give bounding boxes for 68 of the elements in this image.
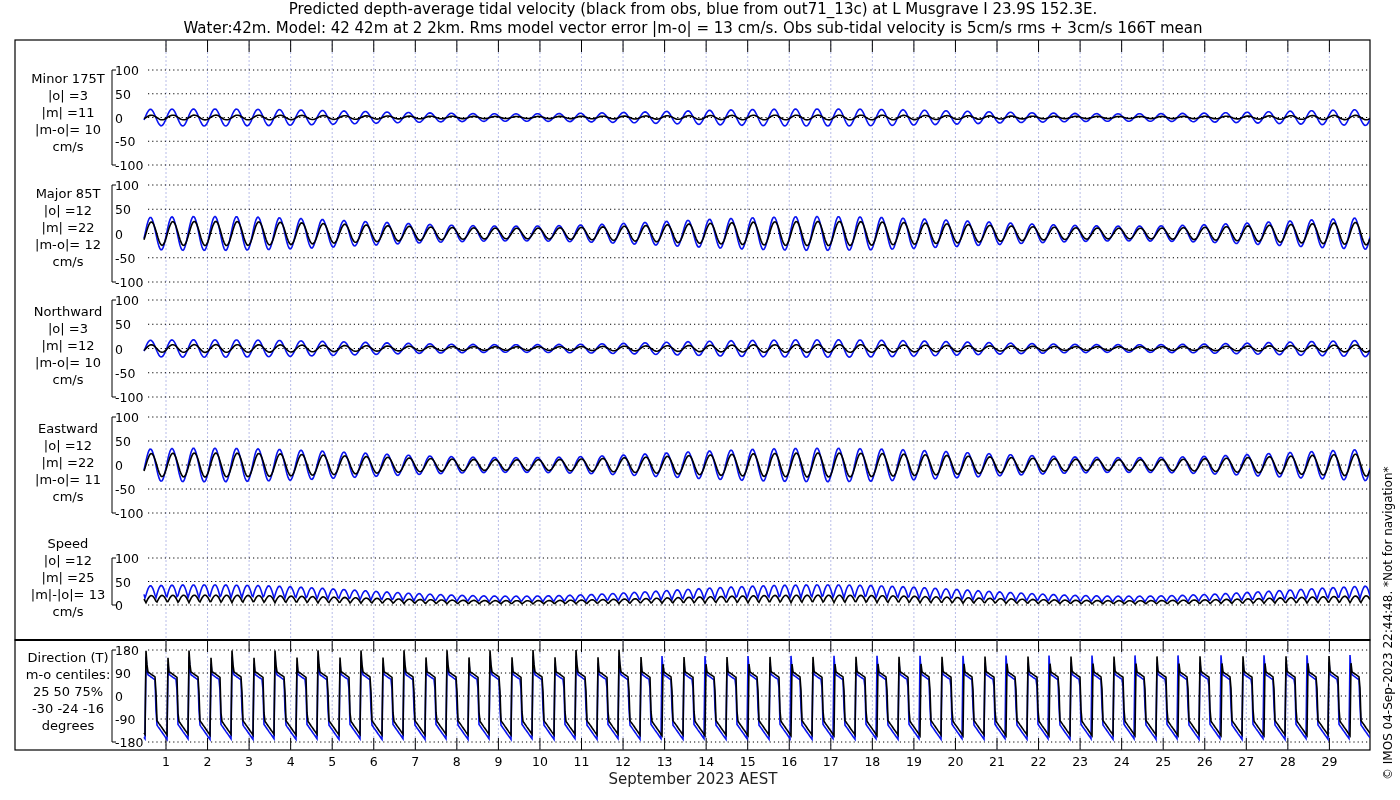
y-tick-label: -180: [115, 735, 144, 750]
day-tick-label: 20: [947, 754, 964, 769]
y-tick-label: 0: [115, 226, 123, 242]
chart-title: Water:42m. Model: 42 42m at 2 2km. Rms model vector error |m-o| = 13 cm/s. Obs sub-tidal velocity is 5cm/s rms + 3cm/s 166T mean: [183, 19, 1203, 37]
panel-label: Speed |o| =12 |m| =25 |m|-|o|= 13 cm/s: [30, 536, 106, 619]
day-tick-label: 14: [698, 754, 715, 769]
day-tick-label: 16: [781, 754, 798, 769]
y-tick-label: -100: [115, 390, 144, 405]
y-tick-label: -100: [115, 275, 144, 290]
y-tick-label: 0: [115, 598, 123, 613]
day-tick-label: 8: [452, 754, 461, 769]
y-tick-label: 0: [115, 110, 123, 126]
day-tick-label: 1: [162, 754, 170, 769]
panel-label: Eastward |o| =12 |m| =22 |m-o|= 11 cm/s: [35, 421, 101, 504]
day-tick-label: 12: [615, 754, 631, 769]
day-tick-label: 4: [286, 754, 295, 769]
y-tick-label: 0: [115, 341, 123, 357]
day-tick-label: 13: [656, 754, 673, 769]
panel-label: Minor 175T |o| =3 |m| =11 |m-o|= 10 cm/s: [31, 71, 105, 154]
y-tick-label: -100: [115, 158, 144, 173]
day-tick-label: 22: [1030, 754, 1047, 769]
y-tick-label: -90: [115, 712, 136, 727]
day-tick-label: 7: [411, 754, 420, 769]
day-tick-label: 21: [989, 754, 1005, 769]
day-tick-label: 28: [1279, 754, 1296, 769]
day-tick-label: 10: [532, 754, 548, 769]
y-tick-label: 180: [115, 643, 139, 658]
chart-title: Predicted depth-average tidal velocity (black from obs, blue from out71_13c) at L Musgrave I 23.9S 152.3E.: [288, 0, 1098, 18]
copyright-note: © IMOS 04-Sep-2023 22:44:48. *Not for navigation*: [1381, 466, 1395, 780]
x-axis-title: September 2023 AEST: [608, 770, 778, 788]
day-tick-label: 17: [822, 754, 839, 769]
day-tick-label: 9: [494, 754, 503, 769]
y-tick-label: 50: [115, 86, 131, 102]
day-tick-label: 26: [1196, 754, 1213, 769]
y-tick-label: -50: [115, 134, 136, 150]
day-tick-label: 2: [203, 754, 212, 769]
day-tick-label: 24: [1113, 754, 1130, 769]
day-tick-label: 18: [864, 754, 881, 769]
y-tick-label: -50: [115, 365, 136, 381]
day-tick-label: 11: [573, 754, 590, 769]
day-tick-label: 19: [905, 754, 922, 769]
axis-bracket: [111, 557, 117, 606]
y-tick-label: 100: [115, 551, 139, 566]
day-tick-label: 25: [1155, 754, 1172, 769]
y-tick-label: -100: [115, 506, 144, 521]
day-tick-label: 5: [328, 754, 337, 769]
panel-label: Northward |o| =3 |m| =12 |m-o|= 10 cm/s: [33, 304, 103, 387]
y-tick-label: 0: [115, 458, 123, 473]
y-tick-label: 90: [115, 666, 131, 681]
panel-label: Direction (T) m-o centiles: 25 50 75% -30 -24 -16 degrees: [25, 650, 111, 733]
day-tick-label: 29: [1321, 754, 1338, 769]
y-tick-label: -50: [115, 250, 136, 266]
y-tick-label: 50: [115, 317, 131, 333]
y-tick-label: 100: [115, 293, 139, 308]
y-tick-label: 50: [115, 434, 131, 449]
day-tick-label: 27: [1238, 754, 1255, 769]
y-tick-label: 50: [115, 574, 131, 590]
panel-label: Major 85T |o| =12 |m| =22 |m-o|= 12 cm/s: [35, 186, 101, 269]
day-tick-label: 23: [1072, 754, 1089, 769]
y-tick-label: 100: [115, 410, 139, 425]
y-tick-label: -50: [115, 482, 136, 497]
day-tick-label: 15: [739, 754, 756, 769]
y-tick-label: 0: [115, 689, 123, 704]
day-tick-label: 3: [245, 754, 254, 769]
day-tick-label: 6: [369, 754, 378, 769]
y-tick-label: 100: [115, 178, 139, 193]
y-tick-label: 50: [115, 202, 131, 218]
y-tick-label: 100: [115, 63, 139, 78]
